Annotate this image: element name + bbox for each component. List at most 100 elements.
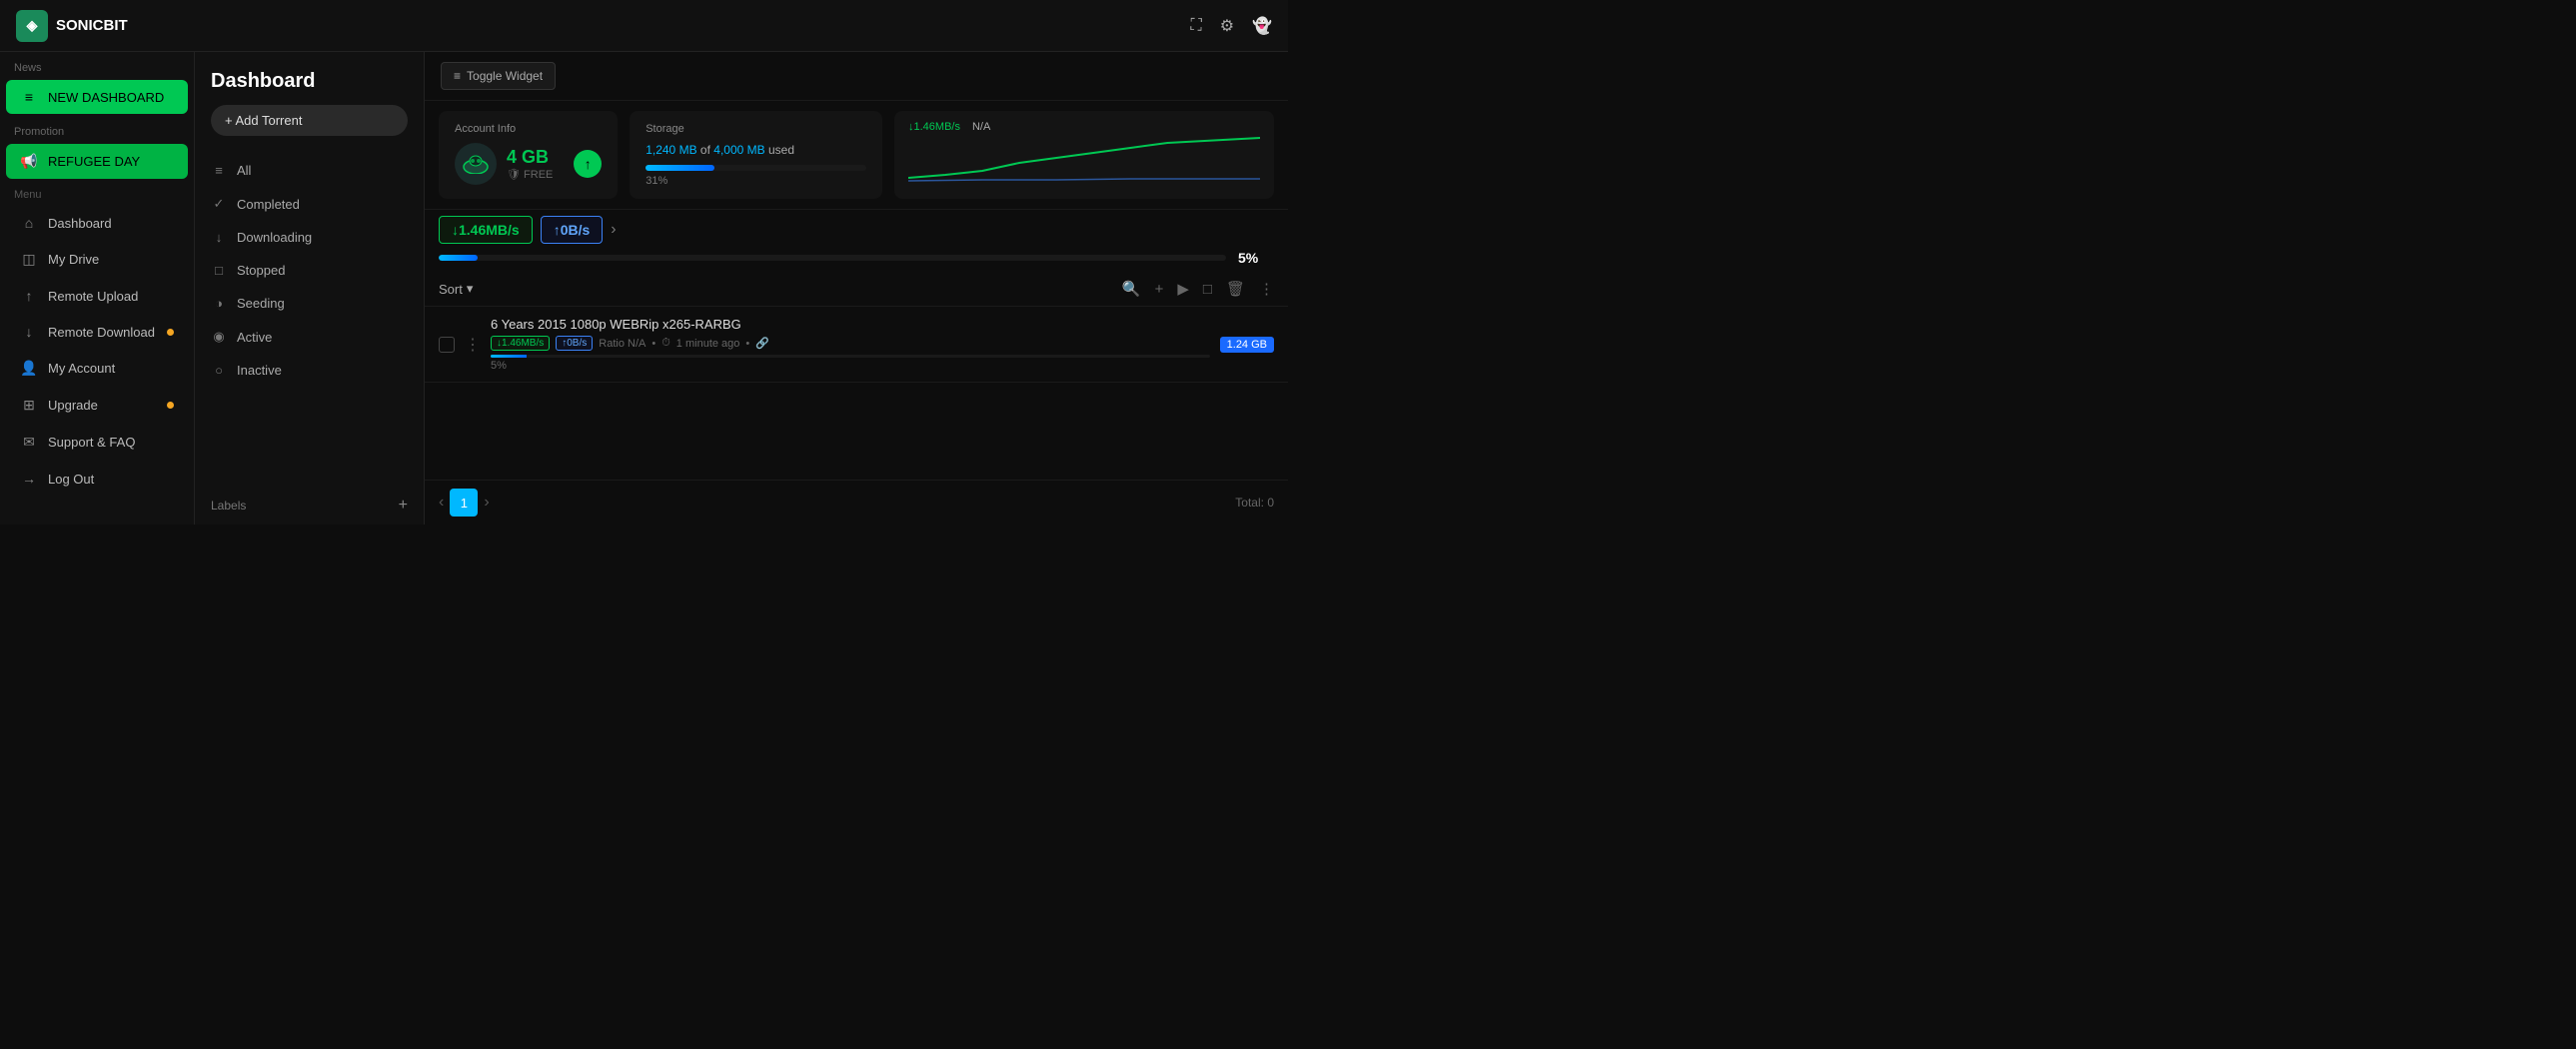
speed-chart <box>908 133 1260 183</box>
progress-bar-fill <box>439 255 478 261</box>
next-page-button[interactable]: › <box>484 494 489 512</box>
account-avatar <box>455 143 497 185</box>
filter-all-icon: ≡ <box>211 163 227 178</box>
torrent-link-icon[interactable]: 🔗 <box>755 337 769 350</box>
sidebar-item-support[interactable]: ✉ Support & FAQ <box>6 425 188 460</box>
dashboard-title: Dashboard <box>211 70 408 93</box>
settings-icon[interactable]: ⚙ <box>1220 16 1234 36</box>
progress-bar-main <box>439 255 1226 261</box>
filter-stopped-icon: □ <box>211 263 227 278</box>
clock-icon: ⏱ <box>661 337 670 350</box>
torrent-progress-bar <box>491 355 1210 358</box>
sidebar-item-my-drive[interactable]: ◫ My Drive <box>6 242 188 277</box>
torrent-list: ⋮ 6 Years 2015 1080p WEBRip x265-RARBG ↓… <box>425 307 1288 480</box>
torrent-menu-icon[interactable]: ⋮ <box>465 335 481 355</box>
sidebar-item-remote-upload[interactable]: ↑ Remote Upload <box>6 279 188 313</box>
delete-icon[interactable]: 🗑 <box>1226 280 1245 298</box>
filter-downloading[interactable]: ↓ Downloading <box>195 221 424 254</box>
prev-page-button[interactable]: ‹ <box>439 494 444 512</box>
upload-icon: ↑ <box>20 288 38 304</box>
sidebar-label-remote-upload: Remote Upload <box>48 289 138 304</box>
upgrade-icon: ⊞ <box>20 397 38 414</box>
sidebar: News ≡ NEW DASHBOARD Promotion 📢 REFUGEE… <box>0 52 195 524</box>
sort-chevron-icon: ▾ <box>467 281 474 297</box>
sidebar-item-remote-download[interactable]: ↓ Remote Download <box>6 315 188 349</box>
topbar-actions: ⛶ ⚙ 👻 <box>1191 16 1272 36</box>
sidebar-item-new-dashboard[interactable]: ≡ NEW DASHBOARD <box>6 80 188 114</box>
torrent-bullet-1: • <box>651 338 655 350</box>
storage-widget: Storage 1,240 MB of 4,000 MB used 31% <box>630 111 882 199</box>
filter-active-label: Active <box>237 330 272 345</box>
mid-panel: Dashboard + Add Torrent ≡ All ✓ Complete… <box>195 52 425 524</box>
sidebar-item-refugee-day[interactable]: 📢 REFUGEE DAY <box>6 144 188 179</box>
more-icon[interactable]: ⋮ <box>1259 280 1274 298</box>
home-icon: ⌂ <box>20 215 38 231</box>
sidebar-item-logout[interactable]: → Log Out <box>6 462 188 496</box>
filter-stopped-label: Stopped <box>237 263 285 278</box>
progress-percent: 5% <box>1238 250 1274 266</box>
sidebar-label-my-drive: My Drive <box>48 252 99 267</box>
account-info-title: Account Info <box>455 123 602 135</box>
torrent-checkbox[interactable] <box>439 337 455 353</box>
toggle-widget-icon: ≡ <box>454 69 461 83</box>
add-icon[interactable]: + <box>1155 281 1164 298</box>
progress-row: 5% <box>425 250 1288 272</box>
filter-active-icon: ◉ <box>211 329 227 345</box>
plan-icon: 🛡 <box>507 169 521 181</box>
support-icon: ✉ <box>20 434 38 451</box>
app-name: SONICBIT <box>56 17 128 34</box>
expand-icon[interactable]: ⛶ <box>1191 17 1202 35</box>
pagination-controls: ‹ 1 › <box>439 489 490 517</box>
filter-inactive[interactable]: ○ Inactive <box>195 354 424 387</box>
main-layout: News ≡ NEW DASHBOARD Promotion 📢 REFUGEE… <box>0 52 1288 524</box>
user-icon[interactable]: 👻 <box>1252 16 1272 36</box>
upload-button[interactable]: ↑ <box>574 150 602 178</box>
torrent-progress-fill <box>491 355 527 358</box>
filter-all[interactable]: ≡ All <box>195 154 424 187</box>
speed-widget: ↓1.46MB/s N/A <box>894 111 1274 199</box>
torrent-down-speed: ↓1.46MB/s <box>491 336 550 351</box>
upload-speed-box: ↑0B/s <box>541 216 604 244</box>
filter-completed-icon: ✓ <box>211 196 227 212</box>
sidebar-label-upgrade: Upgrade <box>48 398 98 413</box>
drive-icon: ◫ <box>20 251 38 268</box>
filter-completed[interactable]: ✓ Completed <box>195 187 424 221</box>
storage-total: 4,000 MB <box>713 143 764 157</box>
filter-stopped[interactable]: □ Stopped <box>195 254 424 287</box>
search-icon[interactable]: 🔍 <box>1122 280 1141 298</box>
filter-inactive-icon: ○ <box>211 363 227 378</box>
add-torrent-button[interactable]: + Add Torrent <box>211 105 408 136</box>
sidebar-item-upgrade[interactable]: ⊞ Upgrade <box>6 388 188 423</box>
sidebar-section-news: News <box>0 52 194 78</box>
download-speed-box: ↓1.46MB/s <box>439 216 533 244</box>
sidebar-item-my-account[interactable]: 👤 My Account <box>6 351 188 386</box>
storage-used-label: used <box>768 143 794 157</box>
torrent-bullet-2: • <box>745 338 749 350</box>
total-label: Total: 0 <box>1235 496 1274 510</box>
account-plan: 🛡 FREE <box>507 168 553 181</box>
storage-title: Storage <box>645 123 866 135</box>
filter-list: ≡ All ✓ Completed ↓ Downloading □ Stoppe… <box>195 154 424 487</box>
page-1-button[interactable]: 1 <box>450 489 478 517</box>
filter-seeding[interactable]: ◑ Seeding <box>195 287 424 320</box>
sidebar-item-dashboard[interactable]: ⌂ Dashboard <box>6 206 188 240</box>
filter-active[interactable]: ◉ Active <box>195 320 424 354</box>
sidebar-label-my-account: My Account <box>48 361 115 376</box>
storage-text: 1,240 MB of 4,000 MB used <box>645 143 866 157</box>
speed-display-row: ↓1.46MB/s ↑0B/s › <box>425 216 1288 244</box>
speed-arrow-icon: › <box>611 221 616 239</box>
sort-button[interactable]: Sort ▾ <box>439 281 473 297</box>
toggle-widget-button[interactable]: ≡ Toggle Widget <box>441 62 556 90</box>
filter-seeding-label: Seeding <box>237 296 285 311</box>
storage-bar-bg <box>645 165 866 171</box>
main-content: ≡ Toggle Widget Account Info <box>425 52 1288 524</box>
labels-add-button[interactable]: + <box>399 497 408 515</box>
menu-label: Menu <box>0 181 194 205</box>
play-icon[interactable]: ▶ <box>1177 280 1189 298</box>
torrent-name: 6 Years 2015 1080p WEBRip x265-RARBG <box>491 317 1210 332</box>
download-speed-value: ↓1.46MB/s <box>452 222 520 238</box>
remote-download-badge <box>167 329 174 336</box>
stop-icon[interactable]: □ <box>1203 281 1212 298</box>
torrent-size: 1.24 GB <box>1220 337 1274 353</box>
storage-used: 1,240 MB <box>645 143 696 157</box>
